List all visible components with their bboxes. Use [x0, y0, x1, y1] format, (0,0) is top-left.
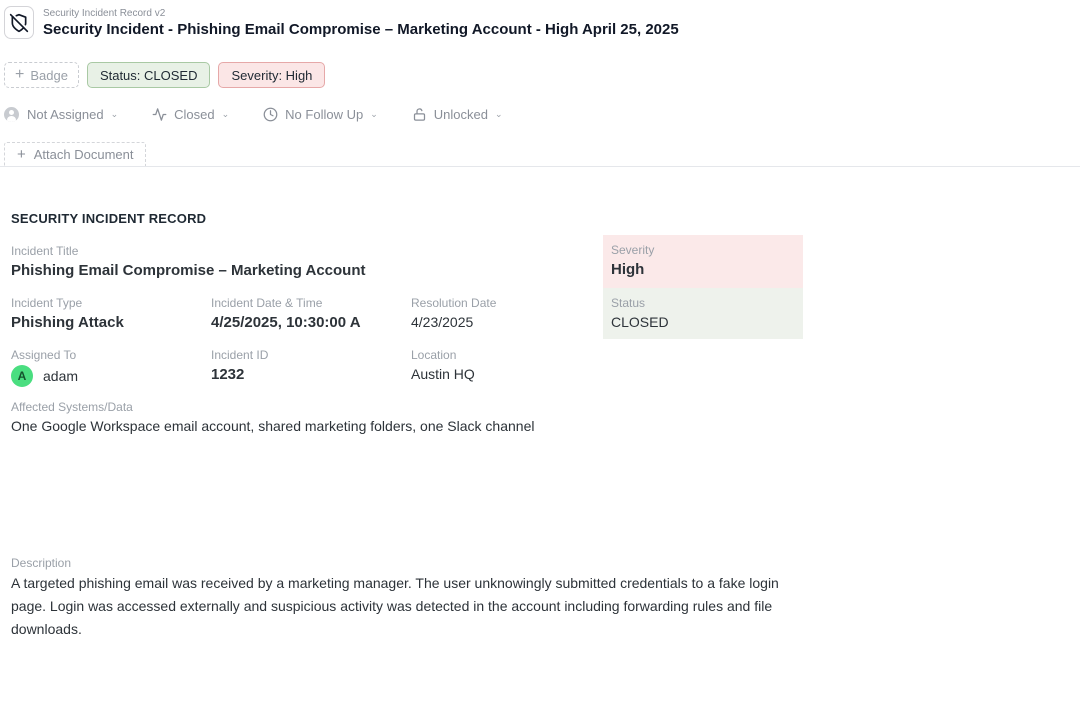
field-label: Resolution Date — [411, 296, 497, 310]
status-value: CLOSED — [611, 314, 669, 330]
field-label: Incident ID — [211, 348, 269, 362]
field-label: Assigned To — [11, 348, 77, 362]
record-type-subtitle: Security Incident Record v2 — [43, 8, 166, 19]
field-label: Severity — [611, 243, 655, 257]
attach-document-label: Attach Document — [33, 147, 134, 162]
status-panel: Status CLOSED — [603, 288, 803, 339]
activity-icon — [152, 108, 167, 121]
shield-off-icon[interactable] — [4, 6, 34, 39]
affected-systems-field: Affected Systems/Data One Google Workspa… — [11, 400, 534, 434]
incident-id-field: Incident ID 1232 — [211, 348, 268, 383]
page-title: Security Incident - Phishing Email Compr… — [43, 21, 679, 38]
resolution-date-field: Resolution Date 4/23/2025 — [411, 296, 496, 330]
state-dropdown[interactable]: Closed ⌄ — [152, 107, 229, 122]
location-value: Austin HQ — [411, 366, 475, 382]
assignee-name: adam — [43, 368, 79, 384]
status-badge[interactable]: Status: CLOSED — [86, 62, 211, 88]
field-label: Description — [11, 556, 72, 570]
affected-systems-value: One Google Workspace email account, shar… — [11, 418, 535, 434]
user-avatar-icon — [4, 107, 19, 122]
assignee-chip[interactable]: A adam — [11, 365, 78, 387]
description-field: Description A targeted phishing email wa… — [11, 556, 791, 641]
field-label: Affected Systems/Data — [11, 400, 133, 414]
plus-icon: + — [15, 66, 25, 83]
lock-label: Unlocked — [433, 107, 488, 122]
incident-type-field: Incident Type Phishing Attack — [11, 296, 124, 331]
properties-bar: Not Assigned ⌄ Closed ⌄ No Follow Up ⌄ U… — [4, 107, 503, 122]
add-badge-label: Badge — [30, 67, 68, 83]
description-value: A targeted phishing email was received b… — [11, 575, 779, 637]
incident-id-value: 1232 — [211, 366, 245, 383]
chevron-down-icon: ⌄ — [370, 109, 378, 119]
assignee-dropdown[interactable]: Not Assigned ⌄ — [4, 107, 118, 122]
unlock-icon — [413, 108, 425, 121]
location-field: Location Austin HQ — [411, 348, 475, 382]
severity-panel: Severity High — [603, 235, 803, 288]
clock-icon — [263, 107, 278, 122]
chevron-down-icon: ⌄ — [110, 109, 119, 119]
attach-document-button[interactable]: + Attach Document — [4, 142, 147, 166]
header-divider — [0, 166, 1080, 167]
avatar: A — [11, 365, 33, 387]
chevron-down-icon: ⌄ — [494, 109, 503, 119]
field-label: Incident Title — [11, 244, 79, 258]
assignee-label: Not Assigned — [27, 107, 104, 122]
incident-datetime-value: 4/25/2025, 10:30:00 A — [211, 314, 361, 331]
resolution-date-value: 4/23/2025 — [411, 314, 474, 330]
plus-icon: + — [17, 146, 26, 163]
incident-type-value: Phishing Attack — [11, 314, 124, 331]
assigned-to-field: Assigned To A adam — [11, 348, 78, 387]
incident-datetime-field: Incident Date & Time 4/25/2025, 10:30:00… — [211, 296, 361, 331]
field-label: Incident Date & Time — [211, 296, 323, 310]
section-heading: SECURITY INCIDENT RECORD — [11, 211, 207, 226]
incident-title-field: Incident Title Phishing Email Compromise… — [11, 244, 366, 279]
state-label: Closed — [174, 107, 215, 122]
add-badge-button[interactable]: + Badge — [4, 62, 79, 88]
lock-dropdown[interactable]: Unlocked ⌄ — [412, 107, 503, 122]
field-label: Status — [611, 296, 646, 310]
severity-value: High — [611, 261, 645, 278]
chevron-down-icon: ⌄ — [221, 109, 230, 119]
field-label: Location — [411, 348, 457, 362]
field-label: Incident Type — [11, 296, 83, 310]
follow-up-dropdown[interactable]: No Follow Up ⌄ — [263, 107, 378, 122]
severity-badge[interactable]: Severity: High — [218, 62, 326, 88]
badge-row: + Badge Status: CLOSED Severity: High — [4, 62, 326, 88]
incident-title-value: Phishing Email Compromise – Marketing Ac… — [11, 262, 366, 279]
follow-up-label: No Follow Up — [285, 107, 364, 122]
